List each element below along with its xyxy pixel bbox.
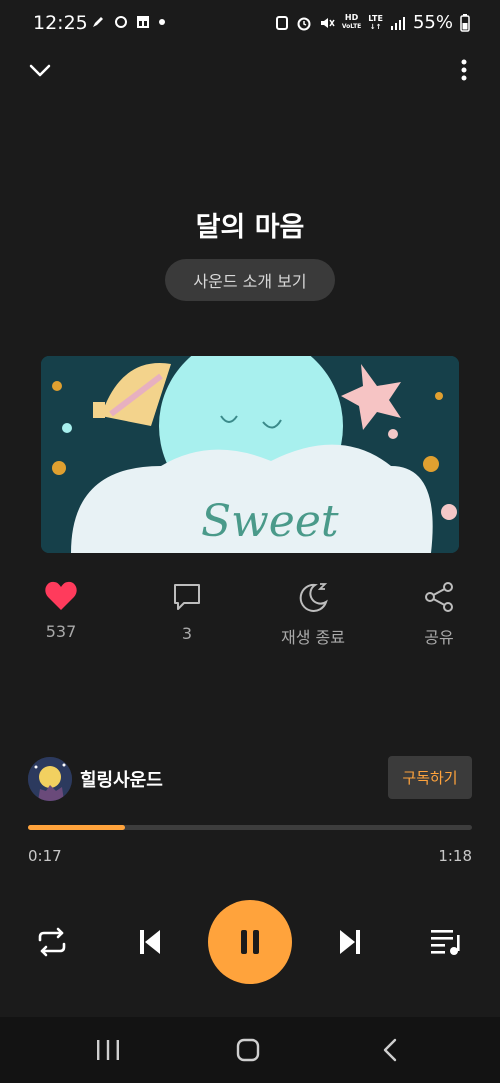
skip-previous-icon	[140, 930, 160, 954]
share-label: 공유	[424, 628, 454, 647]
progress-bar[interactable]	[28, 825, 472, 830]
comment-count: 3	[181, 624, 193, 643]
silent-icon	[275, 15, 288, 30]
circle-icon	[115, 16, 127, 28]
skip-next-icon	[340, 930, 360, 954]
total-time: 1:18	[438, 847, 472, 865]
lte-indicator: LTE ↓↑	[368, 13, 383, 31]
alarm-icon	[297, 17, 311, 30]
action-row: 537 3 재생 종료 공유	[0, 580, 500, 650]
repeat-button[interactable]	[32, 922, 72, 962]
playback-controls	[0, 900, 500, 984]
edit-icon	[93, 17, 103, 27]
like-count: 537	[45, 622, 77, 641]
like-button[interactable]: 537	[11, 580, 111, 641]
lte-label: LTE	[368, 13, 383, 23]
recent-apps-icon	[97, 1040, 119, 1060]
next-button[interactable]	[330, 922, 370, 962]
battery-icon	[460, 13, 470, 32]
hd-voice-indicator: HD VoLTE	[341, 13, 362, 31]
comment-button[interactable]: 3	[137, 580, 237, 643]
battery-percent: 55%	[412, 12, 453, 33]
track-title: 달의 마음	[195, 212, 305, 243]
chevron-down-icon	[29, 64, 51, 77]
player-top-bar	[0, 48, 500, 92]
home-icon	[236, 1038, 260, 1062]
status-system-icons: HD VoLTE LTE ↓↑ 55%	[275, 12, 470, 33]
system-nav-bar	[0, 1017, 500, 1083]
previous-button[interactable]	[130, 922, 170, 962]
album-artwork: Sweet	[41, 356, 459, 553]
pause-icon	[241, 930, 259, 954]
moon-icon	[299, 583, 328, 612]
collapse-button[interactable]	[24, 54, 56, 86]
status-time: 12:25	[33, 12, 88, 34]
channel-row: 힐링사운드 구독하기	[28, 756, 472, 802]
artwork-text: Sweet	[201, 496, 339, 547]
heart-icon	[45, 581, 77, 610]
comment-icon	[174, 584, 200, 610]
channel-avatar-image	[28, 757, 72, 801]
progress-fill	[28, 825, 125, 830]
share-icon	[425, 582, 453, 612]
current-time: 0:17	[28, 847, 62, 865]
sleep-timer-button[interactable]: 재생 종료	[263, 580, 363, 648]
subscribe-button[interactable]: 구독하기	[388, 756, 472, 799]
signal-icon	[390, 16, 405, 30]
home-button[interactable]	[228, 1035, 268, 1065]
sleep-timer-label: 재생 종료	[281, 628, 345, 647]
mute-icon	[320, 17, 335, 28]
more-options-button[interactable]	[452, 54, 476, 86]
channel-avatar[interactable]	[28, 757, 72, 801]
channel-name[interactable]: 힐링사운드	[80, 766, 163, 792]
hd-label: HD	[344, 13, 359, 22]
more-vertical-icon	[461, 59, 467, 81]
repeat-icon	[38, 927, 66, 957]
artwork-illustration: Sweet	[41, 356, 459, 553]
sound-intro-button[interactable]: 사운드 소개 보기	[165, 259, 335, 301]
back-icon	[383, 1038, 397, 1062]
share-button[interactable]: 공유	[389, 580, 489, 648]
pause-button[interactable]	[208, 900, 292, 984]
status-notification-icons	[90, 14, 166, 30]
back-button[interactable]	[370, 1035, 410, 1065]
playlist-button[interactable]	[426, 922, 466, 962]
playlist-icon	[431, 930, 460, 955]
status-bar: 12:25 HD VoLTE LTE ↓↑ 55%	[0, 0, 500, 48]
recent-apps-button[interactable]	[88, 1035, 128, 1065]
grid-icon	[137, 16, 149, 28]
dot-icon	[159, 19, 165, 25]
